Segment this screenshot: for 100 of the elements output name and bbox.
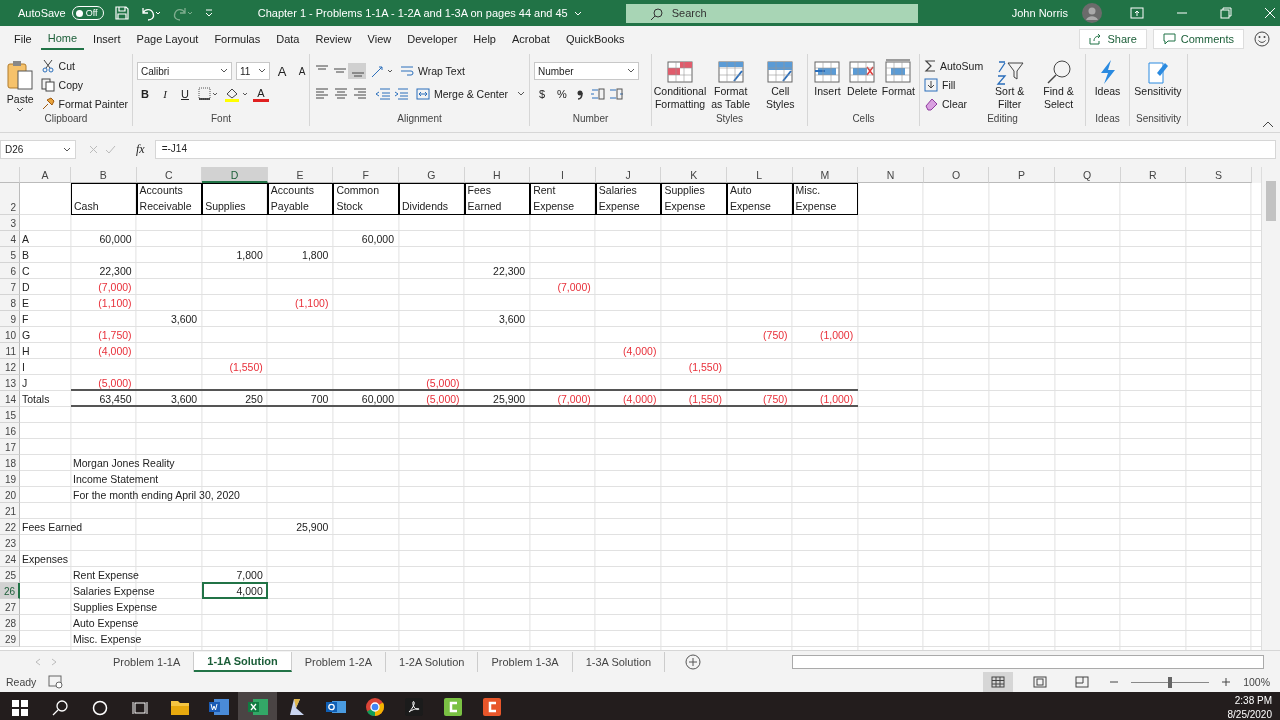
row-header[interactable]: 12 [0, 359, 20, 375]
percent-button[interactable]: % [554, 86, 570, 102]
column-header[interactable]: G [398, 167, 465, 183]
row-header[interactable]: 22 [0, 519, 20, 535]
column-header[interactable]: M [792, 167, 859, 183]
caret-icon[interactable] [517, 90, 526, 97]
number-format-field[interactable]: Number [534, 62, 639, 80]
zoom-in-icon[interactable] [1221, 677, 1232, 687]
merge-center-button[interactable]: Merge & Center [416, 85, 526, 102]
font-color-button[interactable]: A [253, 86, 269, 102]
column-header[interactable]: K [661, 167, 727, 183]
avatar[interactable] [1082, 3, 1102, 23]
ideas-button[interactable]: Ideas [1090, 56, 1125, 98]
row-header[interactable]: 4 [0, 231, 20, 247]
italic-button[interactable]: I [157, 86, 173, 102]
ribbon-tab[interactable]: Insert [86, 28, 128, 50]
copy-button[interactable]: Copy [40, 76, 128, 93]
row-header[interactable]: 23 [0, 535, 20, 551]
borders-icon[interactable] [197, 86, 219, 102]
ribbon-tab[interactable]: Review [308, 28, 359, 50]
row-header[interactable]: 26 [0, 583, 20, 599]
row-header[interactable]: 20 [0, 487, 20, 503]
sensitivity-button[interactable]: Sensitivity [1134, 56, 1182, 98]
ribbon-tab[interactable]: Data [269, 28, 307, 50]
windows-start-icon[interactable] [12, 700, 28, 716]
font-name-field[interactable]: Calibri [137, 62, 232, 80]
row-header[interactable]: 2 [0, 183, 20, 215]
autosum-button[interactable]: AutoSum [924, 57, 984, 74]
vertical-align-icons[interactable] [314, 62, 366, 79]
ribbon-tab[interactable]: Acrobat [504, 28, 557, 50]
column-header[interactable]: I [530, 167, 596, 183]
row-header[interactable]: 8 [0, 295, 20, 311]
format-button[interactable]: Format [881, 56, 915, 98]
underline-button[interactable]: U [177, 86, 193, 102]
column-header[interactable]: B [71, 167, 137, 183]
row-header[interactable]: 25 [0, 567, 20, 583]
currency-button[interactable]: $ [534, 86, 550, 102]
caret-icon[interactable] [220, 68, 228, 74]
column-header[interactable]: J [595, 167, 662, 183]
row-header[interactable]: 29 [0, 631, 20, 647]
caret-icon[interactable] [16, 107, 25, 113]
add-sheet-icon[interactable] [685, 653, 702, 670]
insert-function-button[interactable]: fx [136, 142, 145, 157]
cell-styles-button[interactable]: Cell Styles [757, 56, 803, 111]
sheet-tab[interactable]: 1-1A Solution [194, 651, 292, 672]
horizontal-scrollbar[interactable] [792, 654, 1264, 669]
fill-button[interactable]: Fill [924, 76, 984, 93]
ribbon-tab[interactable]: Home [40, 28, 85, 50]
caret-icon[interactable] [63, 146, 71, 153]
row-header[interactable]: 6 [0, 263, 20, 279]
decrease-font-button[interactable]: A [294, 63, 310, 79]
fill-color-icon[interactable] [223, 86, 249, 102]
normal-view-button[interactable] [983, 672, 1014, 692]
row-header[interactable]: 24 [0, 551, 20, 567]
ribbon-tab[interactable]: View [360, 28, 399, 50]
row-header[interactable]: 18 [0, 455, 20, 471]
column-header[interactable]: H [464, 167, 531, 183]
insert-button[interactable]: Insert [812, 56, 843, 98]
row-header[interactable]: 3 [0, 215, 20, 231]
formula-field[interactable]: =-J14 [154, 140, 1276, 159]
row-header[interactable]: 27 [0, 599, 20, 615]
sheet-tab[interactable]: 1-2A Solution [386, 651, 479, 672]
paste-button[interactable]: Paste [4, 56, 37, 113]
wrap-text-button[interactable]: Wrap Text [400, 62, 465, 79]
clock-time[interactable]: 2:38 PM [1234, 694, 1272, 708]
row-header[interactable]: 11 [0, 343, 20, 359]
row-header[interactable]: 21 [0, 503, 20, 519]
row-header[interactable]: 19 [0, 471, 20, 487]
column-header[interactable]: D [202, 167, 268, 183]
row-header[interactable]: 5 [0, 247, 20, 263]
ribbon-tab[interactable]: Developer [400, 28, 465, 50]
restore-icon[interactable] [1220, 7, 1232, 19]
caret-icon[interactable] [258, 68, 266, 74]
zoom-level[interactable]: 100% [1243, 676, 1270, 688]
delete-button[interactable]: Delete [846, 56, 878, 98]
sheet-tab[interactable]: 1-3A Solution [572, 651, 666, 672]
ribbon-tab[interactable]: Page Layout [129, 28, 206, 50]
caret-icon[interactable] [627, 68, 635, 74]
format-as-table-button[interactable]: Format as Table [708, 56, 754, 111]
ribbon-tab[interactable]: Help [466, 28, 503, 50]
sort-filter-button[interactable]: Sort & Filter [987, 56, 1033, 111]
row-header[interactable]: 14 [0, 391, 20, 407]
column-header[interactable]: E [267, 167, 334, 183]
font-size-field[interactable]: 11 [236, 62, 270, 80]
find-select-button[interactable]: Find & Select [1036, 56, 1081, 111]
row-header[interactable]: 28 [0, 615, 20, 631]
ribbon-display-icon[interactable] [1130, 7, 1144, 19]
ribbon-tab[interactable]: File [7, 28, 39, 50]
macro-recording-icon[interactable] [48, 675, 65, 689]
cut-button[interactable]: Cut [40, 57, 128, 74]
increase-font-button[interactable]: A [274, 63, 290, 79]
format-painter-button[interactable]: Format Painter [40, 95, 128, 112]
search-field[interactable]: Search [625, 3, 918, 23]
collapse-ribbon-icon[interactable] [1262, 120, 1274, 128]
column-header[interactable]: F [333, 167, 399, 183]
column-header[interactable]: L [726, 167, 793, 183]
share-button[interactable]: Share [1079, 29, 1147, 49]
undo-icon[interactable] [139, 5, 162, 21]
search-icon[interactable] [52, 700, 68, 716]
comments-button[interactable]: Comments [1152, 29, 1244, 49]
